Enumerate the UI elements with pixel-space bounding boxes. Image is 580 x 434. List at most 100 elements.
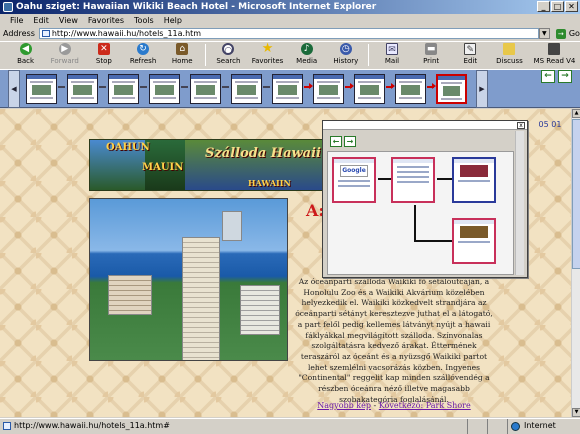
go-arrow-icon: → xyxy=(555,28,566,39)
minimize-button[interactable]: _ xyxy=(537,1,550,12)
google-logo: Google xyxy=(340,165,368,177)
history-thumbnail[interactable] xyxy=(436,74,467,104)
msread-icon xyxy=(548,43,561,55)
favorites-star-icon: ★ xyxy=(261,41,274,56)
strip-scroll-left-button[interactable]: ◀ xyxy=(8,70,20,108)
favorites-button[interactable]: ★ Favorites xyxy=(248,42,287,68)
history-map-node-search-results[interactable] xyxy=(391,157,435,203)
larger-image-link[interactable]: Nagyobb kép xyxy=(317,401,371,410)
strip-back-arrow-icon[interactable]: ← xyxy=(541,70,555,83)
address-dropdown-button[interactable]: ▼ xyxy=(538,28,550,39)
status-cell xyxy=(468,419,488,434)
menu-view[interactable]: View xyxy=(59,16,78,25)
edit-button[interactable]: ✎ Edit xyxy=(451,42,490,68)
thumb-picture xyxy=(73,85,92,95)
history-map-node-hawaii-page[interactable] xyxy=(452,157,496,203)
history-link-arrow xyxy=(222,86,229,91)
thumb-picture xyxy=(237,85,256,95)
home-button[interactable]: ⌂ Home xyxy=(163,42,202,68)
thumb-text-line xyxy=(276,81,299,83)
menu-help[interactable]: Help xyxy=(164,16,182,25)
stop-label: Stop xyxy=(95,57,112,65)
refresh-button[interactable]: ↻ Refresh xyxy=(123,42,162,68)
node-text-line xyxy=(397,171,429,173)
hotel-photo[interactable] xyxy=(89,198,288,361)
node-header xyxy=(454,159,494,163)
node-text-line xyxy=(338,180,370,182)
thumb-header xyxy=(273,75,302,79)
standard-toolbar: ◀ Back ▶ Forward ✕ Stop ↻ Refresh ⌂ Home ○ Sea… xyxy=(0,41,580,67)
status-cell xyxy=(488,419,508,434)
history-thumbnail[interactable] xyxy=(354,74,385,104)
history-link-arrow xyxy=(181,86,188,91)
history-thumbnail[interactable] xyxy=(26,74,57,104)
menu-edit[interactable]: Edit xyxy=(33,16,49,25)
history-thumbnail[interactable] xyxy=(231,74,262,104)
popup-forward-arrow-icon[interactable]: → xyxy=(344,136,356,147)
hotel-photo-tower xyxy=(182,237,220,360)
popup-scrollbar[interactable] xyxy=(515,131,524,275)
media-button[interactable]: ♪ Media xyxy=(287,42,326,68)
strip-forward-arrow-icon[interactable]: → xyxy=(558,70,572,83)
edit-label: Edit xyxy=(463,57,478,65)
thumb-header xyxy=(314,75,343,79)
thumb-picture xyxy=(319,85,338,95)
window-title: Oahu sziget: Hawaiian Wikiki Beach Hotel… xyxy=(16,2,377,12)
thumb-text-line xyxy=(358,97,381,99)
address-input[interactable]: http://www.hawaii.hu/hotels_11a.htm xyxy=(38,28,539,39)
popup-titlebar[interactable]: x xyxy=(323,121,527,130)
next-hotel-link[interactable]: Következő: Park Shore xyxy=(379,401,471,410)
history-thumbnail[interactable] xyxy=(395,74,426,104)
back-button[interactable]: ◀ Back xyxy=(6,42,45,68)
popup-close-button[interactable]: x xyxy=(517,122,525,129)
mail-icon: ✉ xyxy=(385,43,398,55)
search-button[interactable]: ○ Search xyxy=(209,42,248,68)
clock-readout: 05 01 xyxy=(538,120,562,129)
maximize-button[interactable]: □ xyxy=(551,1,564,12)
thumb-header xyxy=(109,75,138,79)
history-link-arrow xyxy=(99,86,106,91)
stop-button[interactable]: ✕ Stop xyxy=(84,42,123,68)
history-map-node-google[interactable]: Google xyxy=(332,157,376,203)
history-thumbnail[interactable] xyxy=(272,74,303,104)
window-controls: _ □ ✕ xyxy=(537,1,578,12)
toolbar-separator xyxy=(204,44,206,66)
internet-globe-icon xyxy=(511,422,520,431)
history-thumbnail[interactable] xyxy=(108,74,139,104)
go-label: Go xyxy=(568,29,580,38)
forward-label: Forward xyxy=(50,57,79,65)
favorites-label: Favorites xyxy=(251,57,284,65)
scroll-up-button[interactable]: ▲ xyxy=(572,109,580,118)
history-map-node-current-page[interactable] xyxy=(452,218,496,264)
popup-back-arrow-icon[interactable]: ← xyxy=(330,136,342,147)
history-thumbnail[interactable] xyxy=(313,74,344,104)
forward-button[interactable]: ▶ Forward xyxy=(45,42,84,68)
history-map-popup[interactable]: x ← → Google xyxy=(322,120,528,278)
history-thumbnail[interactable] xyxy=(149,74,180,104)
strip-scroll-right-button[interactable]: ▶ xyxy=(476,70,488,108)
history-icon: ◷ xyxy=(339,43,352,55)
mail-button[interactable]: ✉ Mail xyxy=(372,42,411,68)
msread-button[interactable]: MS Read V4 xyxy=(529,42,580,68)
ie-app-icon[interactable] xyxy=(3,2,13,12)
close-button[interactable]: ✕ xyxy=(565,1,578,12)
scroll-down-button[interactable]: ▼ xyxy=(572,408,580,417)
print-button[interactable]: ▬ Print xyxy=(412,42,451,68)
history-link-arrow xyxy=(386,83,395,91)
history-link-arrow xyxy=(58,86,65,91)
link-separator: - xyxy=(371,401,379,410)
go-button[interactable]: → Go xyxy=(555,28,580,39)
menu-tools[interactable]: Tools xyxy=(134,16,154,25)
page-scrollbar[interactable]: ▲ ▼ xyxy=(571,109,580,417)
menu-favorites[interactable]: Favorites xyxy=(88,16,124,25)
hotel-description: Az óceánparti szálloda Waikiki fő sétáló… xyxy=(295,277,493,404)
window-titlebar[interactable]: Oahu sziget: Hawaiian Wikiki Beach Hotel… xyxy=(0,0,580,14)
history-thumbnail[interactable] xyxy=(190,74,221,104)
history-thumbnail[interactable] xyxy=(67,74,98,104)
history-button[interactable]: ◷ History xyxy=(326,42,365,68)
discuss-button[interactable]: Discuss xyxy=(490,42,529,68)
menu-file[interactable]: File xyxy=(10,16,23,25)
scroll-thumb[interactable] xyxy=(572,119,580,269)
media-icon: ♪ xyxy=(300,43,313,55)
hotel-photo-building xyxy=(222,211,242,241)
